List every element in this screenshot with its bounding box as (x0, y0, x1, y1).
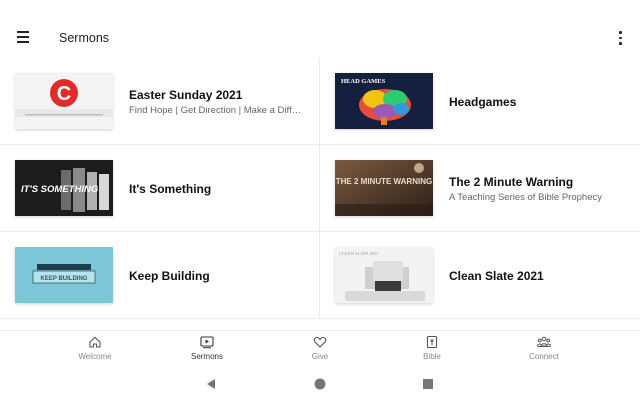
system-nav-bar (0, 368, 640, 400)
sermon-subtitle: Find Hope | Get Direction | Make a Diffe… (129, 104, 304, 116)
nav-label: Give (311, 352, 329, 361)
bottom-nav: Welcome Sermons Give Bible Connect (0, 330, 640, 368)
sermon-title: Headgames (449, 94, 517, 109)
sermons-row: C Easter Sunday 2021 Find Hope | Get Dir… (0, 58, 640, 145)
page-title: Sermons (59, 31, 110, 45)
sermon-card-keep-building[interactable]: KEEP BUILDING Keep Building (0, 232, 320, 319)
people-icon (537, 336, 551, 347)
sermon-card-easter-sunday-2021[interactable]: C Easter Sunday 2021 Find Hope | Get Dir… (0, 58, 320, 145)
sermon-thumbnail: C (15, 73, 113, 129)
sermon-thumbnail: HEAD GAMES (335, 73, 433, 129)
thumb-title-text: THE 2 MINUTE WARNING (336, 177, 432, 186)
home-icon (89, 336, 101, 348)
nav-item-give[interactable]: Give (280, 335, 360, 369)
sermon-card-its-something[interactable]: IT'S SOMETHING It's Something (0, 145, 320, 232)
thumb-logo-text: C (57, 83, 71, 105)
bible-icon (426, 335, 438, 349)
sermon-title: Clean Slate 2021 (449, 268, 544, 283)
nav-label: Sermons (190, 352, 223, 361)
sermon-card-the-2-minute-warning[interactable]: THE 2 MINUTE WARNING The 2 Minute Warnin… (320, 145, 640, 232)
heart-icon (313, 336, 327, 348)
sermon-card-headgames[interactable]: HEAD GAMES Headgames (320, 58, 640, 145)
nav-label: Connect (529, 352, 559, 361)
hamburger-icon[interactable] (14, 28, 34, 46)
sermon-info: Keep Building (129, 232, 309, 319)
sermon-thumbnail: THE 2 MINUTE WARNING (335, 160, 433, 216)
thumb-title-text: IT'S SOMETHING (21, 184, 99, 195)
thumb-title-text: CLEAN SLATE 2021 (339, 251, 379, 256)
nav-label: Welcome (78, 352, 112, 361)
sermon-info: Easter Sunday 2021 Find Hope | Get Direc… (129, 58, 309, 145)
sermon-info: It's Something (129, 145, 309, 232)
sermon-info: Headgames (449, 58, 629, 145)
more-vert-icon[interactable] (612, 28, 628, 48)
sermons-grid: C Easter Sunday 2021 Find Hope | Get Dir… (0, 58, 640, 330)
sermons-row: IT'S SOMETHING It's Something THE 2 MINU… (0, 145, 640, 232)
nav-item-connect[interactable]: Connect (504, 335, 584, 369)
sermon-title: Keep Building (129, 268, 210, 283)
nav-item-bible[interactable]: Bible (392, 335, 472, 369)
recents-icon[interactable] (421, 377, 435, 391)
video-play-icon (200, 336, 214, 349)
sermon-info: Clean Slate 2021 (449, 232, 629, 319)
sermon-thumbnail: KEEP BUILDING (15, 247, 113, 303)
sermon-title: The 2 Minute Warning (449, 174, 574, 189)
sermon-title: It's Something (129, 181, 212, 196)
sermon-title: Easter Sunday 2021 (129, 87, 243, 102)
sermon-subtitle: A Teaching Series of Bible Prophecy (449, 191, 602, 203)
sermon-thumbnail: CLEAN SLATE 2021 (335, 247, 433, 303)
nav-item-sermons[interactable]: Sermons (167, 335, 247, 369)
sermons-row: KEEP BUILDING Keep Building CLEAN SLATE … (0, 232, 640, 319)
sermon-thumbnail: IT'S SOMETHING (15, 160, 113, 216)
sermon-card-clean-slate-2021[interactable]: CLEAN SLATE 2021 Clean Slate 2021 (320, 232, 640, 319)
thumb-title-text: HEAD GAMES (341, 78, 386, 85)
thumb-title-text: KEEP BUILDING (41, 276, 88, 282)
back-icon[interactable] (204, 377, 218, 391)
nav-item-welcome[interactable]: Welcome (55, 335, 135, 369)
sermon-info: The 2 Minute Warning A Teaching Series o… (449, 145, 629, 232)
nav-label: Bible (423, 352, 441, 361)
home-circle-icon[interactable] (313, 377, 327, 391)
